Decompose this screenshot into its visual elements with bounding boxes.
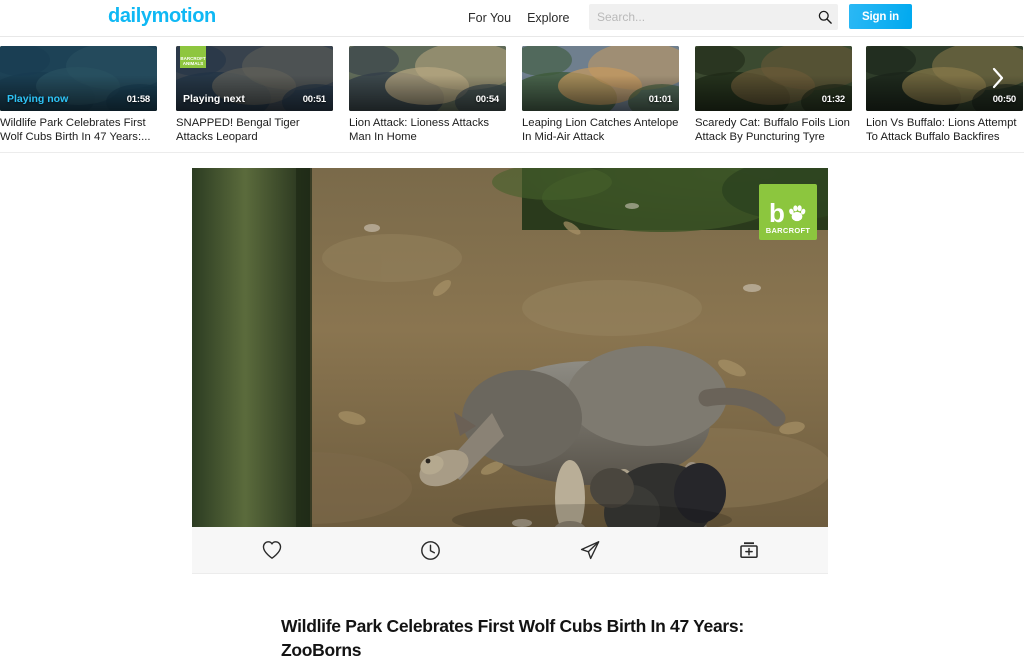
video-duration: 00:51 <box>302 94 327 105</box>
share-button[interactable] <box>510 527 669 574</box>
carousel-thumbnail[interactable]: 01:32 <box>695 46 852 111</box>
carousel-item-title[interactable]: Leaping Lion Catches Antelope In Mid-Air… <box>522 116 679 144</box>
add-to-playlist-icon <box>739 542 758 559</box>
carousel-track: Playing now 01:58 Wildlife Park Celebrates… <box>0 37 1024 152</box>
carousel-item-title[interactable]: Lion Attack: Lioness Attacks Man In Home <box>349 116 506 144</box>
carousel-thumbnail[interactable]: 01:01 <box>522 46 679 111</box>
search-icon[interactable] <box>812 10 838 24</box>
watch-later-button[interactable] <box>351 527 510 574</box>
dailymotion-video-page: dailymotion For You Explore Sign in Play… <box>0 0 1024 664</box>
carousel-item-title[interactable]: Scaredy Cat: Buffalo Foils Lion Attack B… <box>695 116 852 144</box>
carousel-thumbnail[interactable]: BARCROFT ANIMALS Playing next 00:51 <box>176 46 333 111</box>
carousel-item-title[interactable]: Wildlife Park Celebrates First Wolf Cubs… <box>0 116 157 144</box>
sign-in-button[interactable]: Sign in <box>849 4 912 29</box>
video-title: Wildlife Park Celebrates First Wolf Cubs… <box>281 616 744 660</box>
dailymotion-logo[interactable]: dailymotion <box>108 5 216 28</box>
main-nav: For You Explore <box>468 8 569 28</box>
carousel-item[interactable]: 00:54 Lion Attack: Lioness Attacks Man In… <box>349 46 506 144</box>
video-player[interactable]: b BARCROFT <box>192 168 828 527</box>
video-duration: 00:50 <box>992 94 1017 105</box>
video-duration: 00:54 <box>475 94 500 105</box>
thumbnail-watermark: BARCROFT ANIMALS <box>180 46 206 68</box>
video-action-bar <box>192 527 828 574</box>
barcroft-watermark: b BARCROFT <box>759 184 817 240</box>
like-button[interactable] <box>192 527 351 574</box>
send-icon <box>580 541 599 560</box>
carousel-item[interactable]: 00:50 Lion Vs Buffalo: Lions Attempt To A… <box>866 46 1023 144</box>
video-duration: 01:01 <box>648 94 673 105</box>
carousel-item[interactable]: Playing now 01:58 Wildlife Park Celebrates… <box>0 46 157 144</box>
video-frame <box>192 168 828 527</box>
video-duration: 01:58 <box>126 94 151 105</box>
search-bar[interactable] <box>589 4 838 30</box>
video-duration: 01:32 <box>821 94 846 105</box>
carousel-item[interactable]: BARCROFT ANIMALS Playing next 00:51 SNAPPED!… <box>176 46 333 144</box>
carousel-item[interactable]: 01:32 Scaredy Cat: Buffalo Foils Lion Att… <box>695 46 852 144</box>
watermark-letter: b <box>769 198 785 228</box>
nav-item-for-you[interactable]: For You <box>468 8 511 28</box>
carousel-thumbnail[interactable]: 00:54 <box>349 46 506 111</box>
carousel-thumbnail[interactable]: Playing now 01:58 <box>0 46 157 111</box>
paw-icon <box>789 205 806 222</box>
watermark-text: BARCROFT <box>765 226 811 235</box>
nav-item-explore[interactable]: Explore <box>527 8 569 28</box>
playing-badge: Playing next <box>183 93 245 105</box>
carousel-item-title[interactable]: Lion Vs Buffalo: Lions Attempt To Attack… <box>866 116 1023 144</box>
carousel-item-title[interactable]: SNAPPED! Bengal Tiger Attacks Leopard <box>176 116 333 144</box>
related-videos-carousel: Playing now 01:58 Wildlife Park Celebrates… <box>0 37 1024 153</box>
playing-badge: Playing now <box>7 93 69 105</box>
player-column: b BARCROFT <box>192 168 828 574</box>
add-to-playlist-button[interactable] <box>669 527 828 574</box>
heart-icon <box>262 541 281 559</box>
clock-icon <box>421 540 440 560</box>
carousel-next-arrow[interactable] <box>986 63 1010 93</box>
search-input[interactable] <box>589 10 812 24</box>
site-header: dailymotion For You Explore Sign in <box>0 0 1024 37</box>
carousel-item[interactable]: 01:01 Leaping Lion Catches Antelope In Mi… <box>522 46 679 144</box>
